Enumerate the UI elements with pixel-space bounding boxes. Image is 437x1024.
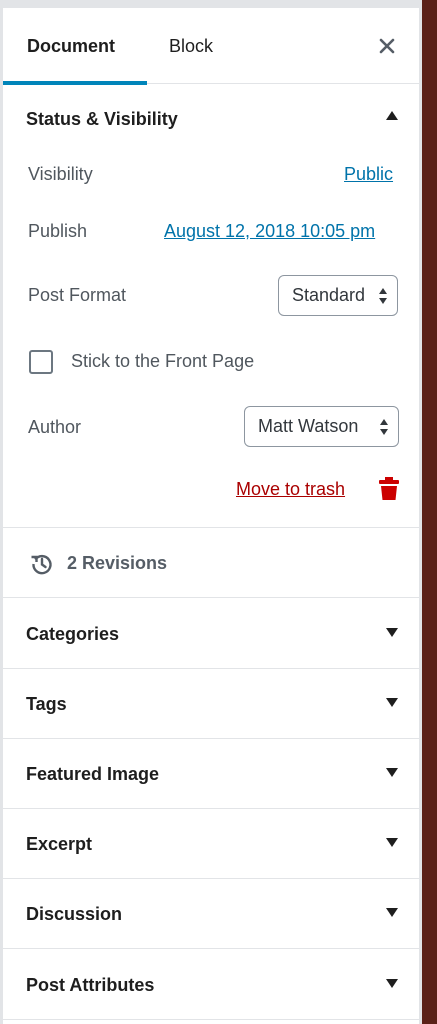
editor-backdrop — [420, 0, 437, 1024]
caret-down-icon — [386, 628, 398, 637]
backdrop-content — [422, 0, 437, 1024]
panel-status-visibility-toggle[interactable]: Status & Visibility — [3, 84, 420, 154]
caret-down-icon — [386, 838, 398, 847]
panel-categories-toggle[interactable]: Categories — [3, 599, 420, 669]
revisions-label: 2 Revisions — [67, 553, 168, 573]
publish-date-link[interactable]: August 12, 2018 10:05 pm — [164, 221, 375, 242]
close-icon — [379, 38, 395, 54]
post-format-label: Post Format — [28, 285, 127, 305]
post-format-value: Standard — [292, 285, 366, 305]
panel-title: Categories — [26, 624, 120, 644]
select-arrows-icon — [379, 288, 387, 304]
panel-discussion-toggle[interactable]: Discussion — [3, 879, 420, 949]
author-select[interactable]: Matt Watson — [244, 406, 399, 447]
panel-excerpt-toggle[interactable]: Excerpt — [3, 809, 420, 879]
close-sidebar-button[interactable] — [369, 28, 405, 64]
caret-down-icon — [386, 908, 398, 917]
visibility-link[interactable]: Public — [344, 164, 393, 185]
author-label: Author — [28, 417, 82, 437]
publish-label: Publish — [28, 221, 88, 241]
sticky-checkbox-label[interactable]: Stick to the Front Page — [71, 351, 254, 372]
panel-title: Excerpt — [26, 834, 93, 854]
panel-title: Discussion — [26, 904, 123, 924]
sidebar-tabs: Document Block — [3, 8, 420, 85]
history-icon — [31, 554, 52, 575]
sidebar-top-edge — [3, 0, 420, 8]
move-to-trash-link[interactable]: Move to trash — [236, 479, 345, 500]
panel-title: Status & Visibility — [26, 109, 178, 129]
caret-down-icon — [386, 698, 398, 707]
panel-title: Tags — [26, 694, 67, 714]
panel-title: Featured Image — [26, 764, 160, 784]
visibility-label: Visibility — [28, 164, 93, 184]
tab-document[interactable]: Document — [3, 8, 148, 85]
panel-tags-toggle[interactable]: Tags — [3, 669, 420, 739]
panel-title: Post Attributes — [26, 975, 155, 995]
author-value: Matt Watson — [258, 416, 359, 436]
caret-down-icon — [386, 768, 398, 777]
panel-featured-image-toggle[interactable]: Featured Image — [3, 739, 420, 809]
settings-sidebar: Document Block Status & Visibility Visib… — [0, 0, 420, 1024]
panel-post-attributes-toggle[interactable]: Post Attributes — [3, 950, 420, 1020]
trash-icon[interactable] — [378, 477, 400, 501]
post-format-select[interactable]: Standard — [278, 275, 398, 316]
sticky-checkbox[interactable] — [29, 350, 53, 374]
revisions-link[interactable]: 2 Revisions — [3, 528, 420, 598]
caret-down-icon — [386, 979, 398, 988]
tab-block[interactable]: Block — [145, 8, 237, 84]
select-arrows-icon — [380, 419, 388, 435]
caret-up-icon — [386, 111, 398, 120]
